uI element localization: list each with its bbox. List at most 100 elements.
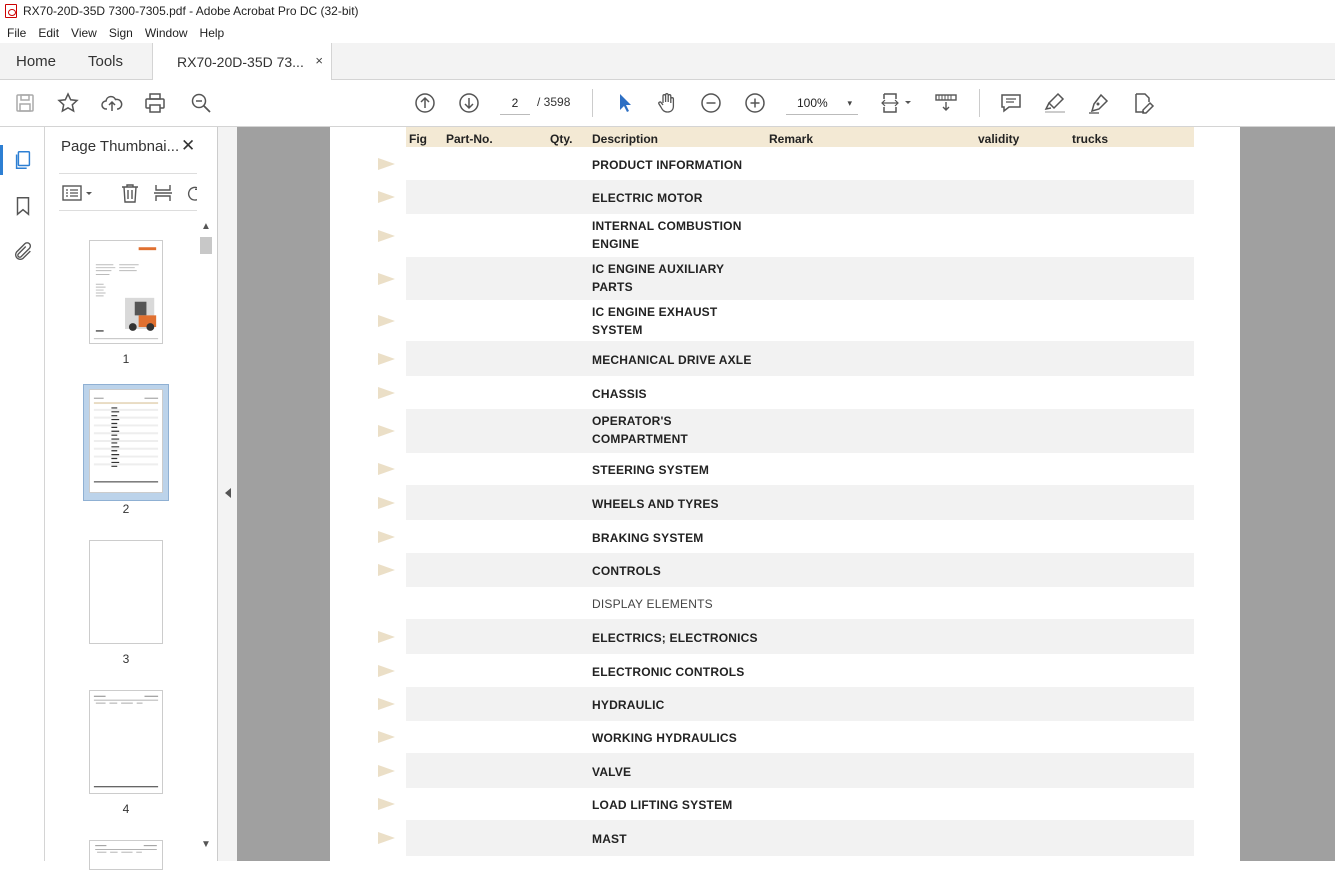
hand-tool-button[interactable] [654, 90, 680, 116]
comment-button[interactable] [998, 90, 1024, 116]
menu-bar: File Edit View Sign Window Help [0, 22, 1335, 43]
bookmarks-nav-button[interactable] [10, 193, 36, 219]
description-line: IC ENGINE EXHAUST [592, 305, 718, 319]
row-description[interactable]: PRODUCT INFORMATION [592, 156, 742, 174]
page-thumbnail-3[interactable] [89, 540, 163, 644]
description-line: CONTROLS [592, 564, 661, 578]
acrobat-icon [5, 4, 17, 18]
link-arrow-icon[interactable] [378, 665, 395, 677]
page-number-input[interactable]: 2 [500, 91, 530, 115]
insert-page-button[interactable] [152, 182, 174, 204]
tab-home[interactable]: Home [16, 53, 56, 70]
table-row: VALVE [406, 753, 1194, 788]
highlight-button[interactable] [1042, 90, 1068, 116]
thumbnail-scrollbar[interactable]: ▲ ▼ [197, 127, 217, 861]
link-arrow-icon[interactable] [378, 497, 395, 509]
row-description[interactable]: IC ENGINE EXHAUST SYSTEM [592, 303, 717, 339]
zoom-level-dropdown[interactable]: 100% ▾ [786, 91, 858, 115]
page-thumbnails-nav-button[interactable] [0, 145, 36, 175]
scroll-mode-button[interactable] [933, 90, 959, 116]
zoom-in-button[interactable] [742, 90, 768, 116]
row-description[interactable]: WORKING HYDRAULICS [592, 729, 737, 747]
link-arrow-icon[interactable] [378, 273, 395, 285]
collapse-left-icon [225, 488, 231, 498]
save-icon [16, 94, 34, 112]
document-viewer[interactable]: Fig Part-No. Qty. Description Remark val… [237, 127, 1335, 861]
menu-file[interactable]: File [0, 26, 31, 40]
row-description[interactable]: INTERNAL COMBUSTION ENGINE [592, 217, 742, 253]
row-description: DISPLAY ELEMENTS [592, 595, 713, 613]
link-arrow-icon[interactable] [378, 353, 395, 365]
next-page-button[interactable] [456, 90, 482, 116]
menu-sign[interactable]: Sign [102, 26, 138, 40]
select-tool-button[interactable] [611, 90, 637, 116]
table-row: HYDRAULIC [406, 687, 1194, 721]
row-description[interactable]: STEERING SYSTEM [592, 461, 709, 479]
row-description[interactable]: LOAD LIFTING SYSTEM [592, 796, 732, 814]
zoom-out-button[interactable] [698, 90, 724, 116]
page-thumbnail-1[interactable] [89, 240, 163, 344]
page-thumbnail-2[interactable] [89, 389, 163, 493]
row-description[interactable]: MECHANICAL DRIVE AXLE [592, 351, 752, 369]
options-menu-button[interactable] [61, 182, 95, 204]
link-arrow-icon[interactable] [378, 832, 395, 844]
link-arrow-icon[interactable] [378, 564, 395, 576]
scroll-down-icon[interactable]: ▼ [201, 839, 211, 850]
link-arrow-icon[interactable] [378, 315, 395, 327]
save-button[interactable] [12, 90, 38, 116]
row-description[interactable]: HYDRAULIC [592, 696, 664, 714]
link-arrow-icon[interactable] [378, 731, 395, 743]
column-header-fig: Fig [409, 132, 427, 146]
row-description[interactable]: CHASSIS [592, 385, 647, 403]
print-button[interactable] [142, 90, 168, 116]
link-arrow-icon[interactable] [378, 631, 395, 643]
link-arrow-icon[interactable] [378, 230, 395, 242]
close-tab-button[interactable]: × [315, 53, 323, 68]
page-thumbnail-5[interactable] [89, 840, 163, 870]
page-thumbnail-4[interactable] [89, 690, 163, 794]
row-description[interactable]: CONTROLS [592, 562, 661, 580]
panel-collapse-handle[interactable] [217, 127, 237, 861]
close-panel-button[interactable]: ✕ [181, 136, 195, 156]
row-description[interactable]: IC ENGINE AUXILIARY PARTS [592, 260, 724, 296]
previous-page-button[interactable] [412, 90, 438, 116]
attachments-nav-button[interactable] [10, 239, 36, 265]
row-description[interactable]: ELECTRIC MOTOR [592, 189, 703, 207]
table-row: MECHANICAL DRIVE AXLE [406, 341, 1194, 376]
link-arrow-icon[interactable] [378, 531, 395, 543]
share-button[interactable] [99, 90, 125, 116]
menu-help[interactable]: Help [193, 26, 230, 40]
tab-document[interactable]: RX70-20D-35D 73... × [152, 43, 332, 80]
find-button[interactable] [188, 90, 214, 116]
page-fit-button[interactable] [877, 90, 915, 116]
row-description[interactable]: OPERATOR'S COMPARTMENT [592, 412, 688, 448]
row-description[interactable]: BRAKING SYSTEM [592, 529, 703, 547]
thumbnail-number: 2 [122, 502, 130, 516]
link-arrow-icon[interactable] [378, 387, 395, 399]
row-description[interactable]: WHEELS AND TYRES [592, 495, 719, 513]
table-row: PRODUCT INFORMATION [406, 147, 1194, 180]
scrollbar-thumb[interactable] [200, 237, 212, 254]
link-arrow-icon[interactable] [378, 798, 395, 810]
bookmark-star-button[interactable] [55, 90, 81, 116]
tab-tools[interactable]: Tools [88, 53, 123, 70]
description-line: IC ENGINE AUXILIARY [592, 262, 725, 276]
sign-button[interactable] [1086, 90, 1112, 116]
link-arrow-icon[interactable] [378, 191, 395, 203]
link-arrow-icon[interactable] [378, 425, 395, 437]
menu-edit[interactable]: Edit [31, 26, 64, 40]
link-arrow-icon[interactable] [378, 698, 395, 710]
scroll-up-icon[interactable]: ▲ [201, 221, 211, 232]
link-arrow-icon[interactable] [378, 765, 395, 777]
row-description[interactable]: VALVE [592, 763, 631, 781]
menu-window[interactable]: Window [138, 26, 193, 40]
row-description[interactable]: MAST [592, 830, 627, 848]
menu-view[interactable]: View [64, 26, 102, 40]
delete-page-button[interactable] [119, 182, 141, 204]
row-description[interactable]: ELECTRICS; ELECTRONICS [592, 629, 758, 647]
link-arrow-icon[interactable] [378, 463, 395, 475]
row-description[interactable]: ELECTRONIC CONTROLS [592, 663, 744, 681]
link-arrow-icon[interactable] [378, 158, 395, 170]
description-line: ENGINE [592, 237, 640, 251]
fill-sign-button[interactable] [1130, 90, 1156, 116]
